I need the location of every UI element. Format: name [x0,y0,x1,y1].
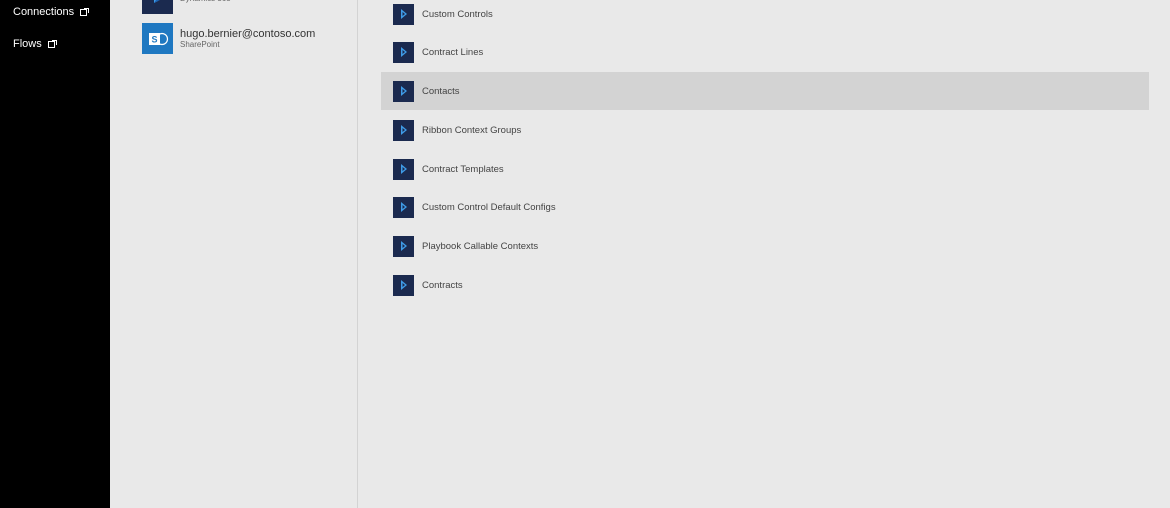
connection-type: Dynamics 365 [180,0,231,3]
dynamics-365-icon [393,235,414,257]
list-item[interactable]: Contracts [381,266,1149,304]
nav-item-flows[interactable]: Flows [13,34,57,54]
entity-label: Contracts [422,279,463,291]
dynamics-365-icon [142,0,173,14]
list-item[interactable]: Playbook Callable Contexts [381,227,1149,265]
dynamics-365-icon [393,41,414,63]
entity-label: Custom Controls [422,8,493,20]
list-item[interactable]: Contract Lines [381,33,1149,71]
svg-text:S: S [151,34,157,44]
nav-item-label: Connections [13,6,75,18]
external-link-icon [80,8,90,16]
entity-label: Contacts [422,85,460,97]
entity-label: Custom Control Default Configs [422,201,556,213]
left-nav: Connections Flows [0,0,110,508]
connection-dynamics-365[interactable]: Dynamics 365 [142,0,231,14]
connection-type: SharePoint [180,40,220,50]
dynamics-365-icon [393,119,414,141]
dynamics-365-icon [393,274,414,296]
external-link-icon [47,40,57,48]
dynamics-365-icon [393,3,414,25]
dynamics-365-icon [393,80,414,102]
entity-label: Contract Templates [422,163,504,175]
app-root: Connections Flows S hugo.bernier@contoso… [0,0,1170,508]
sharepoint-icon: S [142,23,173,54]
nav-item-connections[interactable]: Connections [13,2,90,22]
list-item[interactable]: Ribbon Context Groups [381,111,1149,149]
entity-label: Playbook Callable Contexts [422,240,539,252]
connection-sharepoint[interactable]: S hugo.bernier@contoso.com SharePoint [142,23,315,54]
dynamics-365-icon [393,196,414,218]
list-item[interactable]: Custom Controls [381,0,1149,33]
list-item[interactable]: Custom Control Default Configs [381,188,1149,226]
dynamics-365-icon [393,158,414,180]
entity-label: Ribbon Context Groups [422,124,522,136]
nav-item-label: Flows [13,38,42,50]
list-item-selected[interactable]: Contacts [381,72,1149,110]
list-item[interactable]: Contract Templates [381,150,1149,188]
connection-name: hugo.bernier@contoso.com [180,27,316,40]
connections-panel: Dynamics 365 S hugo.bernier@contoso.com … [110,0,358,508]
entity-label: Contract Lines [422,46,484,58]
